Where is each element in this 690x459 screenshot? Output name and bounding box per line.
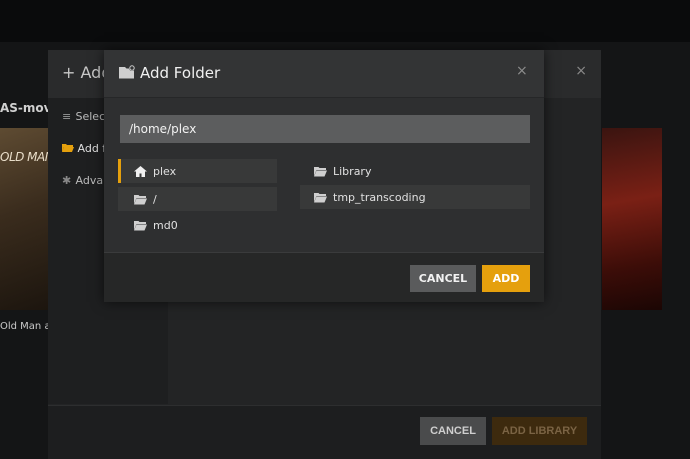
cancel-button[interactable]: CANCEL bbox=[410, 265, 476, 292]
folder-item-md0[interactable]: md0 bbox=[118, 213, 277, 237]
folder-label: / bbox=[153, 192, 157, 206]
add-folder-header: Add Folder × bbox=[104, 50, 544, 98]
folder-open-icon bbox=[314, 166, 327, 176]
movie-poster-right[interactable] bbox=[602, 128, 662, 310]
folder-label: tmp_transcoding bbox=[333, 190, 426, 204]
folder-item-root[interactable]: / bbox=[118, 187, 277, 211]
top-bar bbox=[0, 0, 690, 42]
folder-open-icon bbox=[314, 192, 327, 202]
modal-title: Add Folder bbox=[140, 64, 221, 82]
poster-title-text: OLD MAN bbox=[0, 150, 54, 164]
sidebar-item-select-type[interactable]: ≡ Select bbox=[62, 110, 109, 123]
add-button[interactable]: ADD bbox=[482, 265, 530, 292]
folder-add-icon bbox=[119, 65, 135, 79]
sidebar-item-advanced[interactable]: ✱ Adva bbox=[62, 174, 103, 187]
gear-icon: ✱ bbox=[62, 174, 72, 187]
poster-caption-left: Old Man a bbox=[0, 321, 51, 332]
add-library-button[interactable]: ADD LIBRARY bbox=[492, 417, 587, 445]
add-library-footer: CANCEL ADD LIBRARY bbox=[48, 405, 601, 459]
folder-open-icon bbox=[62, 144, 74, 152]
folder-item-plex[interactable]: plex bbox=[118, 159, 277, 183]
folder-open-icon bbox=[134, 194, 147, 204]
add-folder-modal: Add Folder × plex / md0 Library tmp_tran… bbox=[104, 50, 544, 302]
folder-path-input[interactable] bbox=[120, 115, 530, 143]
folder-label: plex bbox=[153, 164, 177, 178]
folder-item-library[interactable]: Library bbox=[300, 159, 530, 183]
folder-label: md0 bbox=[153, 218, 178, 232]
list-icon: ≡ bbox=[62, 110, 72, 123]
close-icon[interactable]: × bbox=[575, 63, 587, 79]
sidebar-item-add-folders[interactable]: Add f bbox=[62, 142, 106, 155]
folder-item-tmp-transcoding[interactable]: tmp_transcoding bbox=[300, 185, 530, 209]
home-icon bbox=[134, 165, 147, 177]
library-cancel-button[interactable]: CANCEL bbox=[420, 417, 486, 445]
folder-open-icon bbox=[134, 220, 147, 230]
folder-label: Library bbox=[333, 164, 372, 178]
add-folder-footer: CANCEL ADD bbox=[104, 252, 544, 302]
close-icon[interactable]: × bbox=[516, 63, 528, 79]
